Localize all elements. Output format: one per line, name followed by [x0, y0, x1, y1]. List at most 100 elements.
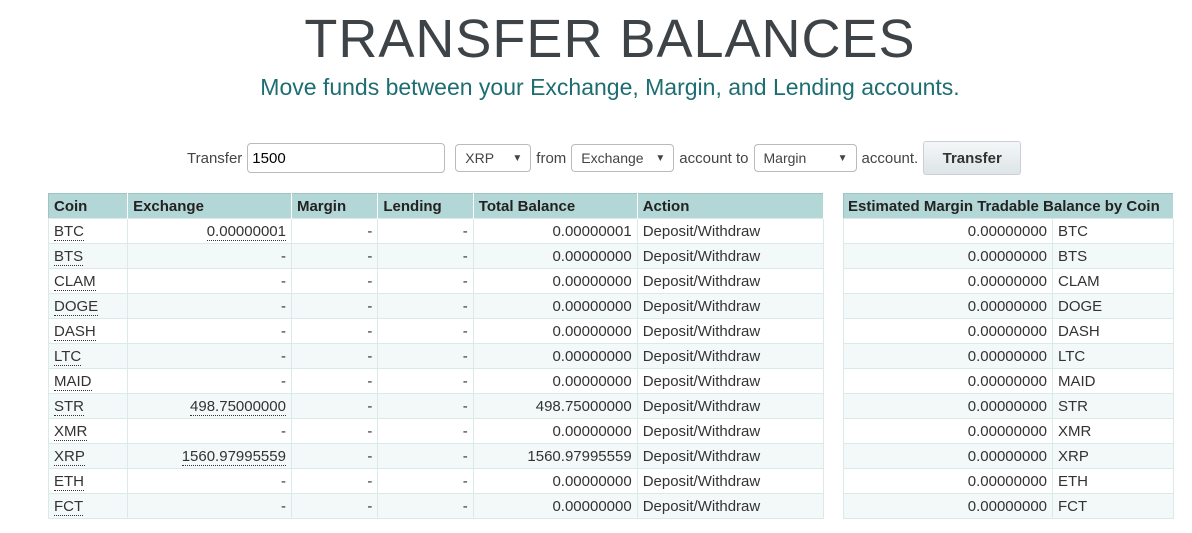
deposit-withdraw-link[interactable]: Deposit/Withdraw [643, 473, 761, 490]
action-cell: Deposit/Withdraw [636, 443, 825, 469]
value: - [462, 322, 468, 340]
deposit-withdraw-link[interactable]: Deposit/Withdraw [643, 498, 761, 515]
coin-link[interactable]: MAID [54, 372, 92, 391]
value[interactable]: 1560.97995559 [181, 447, 286, 466]
lending-cell: - [377, 293, 474, 319]
coin-link[interactable]: CLAM [54, 272, 96, 291]
exchange-cell: - [127, 318, 292, 344]
coin-select[interactable]: XRP ▼ [455, 144, 532, 172]
chevron-down-icon: ▼ [837, 152, 848, 164]
value: - [367, 272, 373, 290]
coin-link[interactable]: DASH [54, 322, 96, 341]
coin-link[interactable]: LTC [54, 347, 82, 366]
value[interactable]: 498.75000000 [190, 397, 286, 416]
margin-cell: - [290, 493, 379, 519]
deposit-withdraw-link[interactable]: Deposit/Withdraw [643, 398, 761, 415]
action-cell: Deposit/Withdraw [636, 318, 825, 344]
to-account-value: Margin [763, 150, 807, 166]
value: 1560.97995559 [527, 447, 632, 465]
margin-cell: - [290, 218, 379, 244]
balance-cell: 0.00000000 [843, 493, 1053, 519]
table-row: 0.00000000 DOGE [843, 293, 1174, 319]
deposit-withdraw-link[interactable]: Deposit/Withdraw [643, 348, 761, 365]
coin-cell: XMR [1052, 418, 1174, 444]
value: - [367, 322, 373, 340]
column-header: Total Balance [473, 193, 638, 219]
table-row: 0.00000000 CLAM [843, 268, 1174, 294]
value: 0.00000000 [552, 497, 632, 515]
page-subtitle: Move funds between your Exchange, Margin… [260, 74, 960, 100]
value: - [462, 297, 468, 315]
margin-cell: - [290, 443, 379, 469]
margin-tradable-table: Estimated Margin Tradable Balance by Coi… [843, 193, 1174, 519]
value: - [462, 397, 468, 415]
coin-link[interactable]: ETH [54, 472, 84, 491]
deposit-withdraw-link[interactable]: Deposit/Withdraw [643, 273, 761, 290]
value: - [280, 322, 286, 340]
deposit-withdraw-link[interactable]: Deposit/Withdraw [643, 373, 761, 390]
value: - [280, 247, 286, 265]
value: 0.00000000 [552, 422, 632, 440]
total-cell: 1560.97995559 [472, 443, 638, 469]
exchange-cell: - [127, 268, 292, 294]
action-cell: Deposit/Withdraw [636, 493, 825, 519]
coin-link[interactable]: FCT [54, 497, 84, 516]
to-account-select[interactable]: Margin ▼ [753, 144, 857, 172]
coin-cell: ETH [47, 468, 129, 494]
column-header: Action [637, 193, 825, 219]
coin-link[interactable]: DOGE [54, 297, 99, 316]
value: - [367, 297, 373, 315]
total-cell: 0.00000000 [472, 343, 638, 369]
table-row: ETH - - - 0.00000000 Deposit/Withdraw [47, 468, 825, 494]
coin-cell: STR [47, 393, 129, 419]
table-row: FCT - - - 0.00000000 Deposit/Withdraw [47, 493, 825, 519]
value: - [280, 422, 286, 440]
coin-link[interactable]: XRP [54, 447, 85, 466]
amount-input[interactable] [247, 143, 446, 173]
deposit-withdraw-link[interactable]: Deposit/Withdraw [643, 248, 761, 265]
action-cell: Deposit/Withdraw [636, 393, 825, 419]
from-account-select[interactable]: Exchange ▼ [571, 144, 675, 172]
value: - [367, 447, 373, 465]
lending-cell: - [377, 443, 474, 469]
value[interactable]: 0.00000001 [206, 222, 286, 241]
coin-link[interactable]: BTC [54, 222, 84, 241]
coin-link[interactable]: XMR [54, 422, 88, 441]
balance-cell: 0.00000000 [843, 243, 1053, 269]
column-header: Lending [377, 193, 474, 219]
coin-link[interactable]: STR [54, 397, 84, 416]
deposit-withdraw-link[interactable]: Deposit/Withdraw [643, 448, 761, 465]
total-cell: 0.00000000 [472, 468, 638, 494]
table-row: BTS - - - 0.00000000 Deposit/Withdraw [47, 243, 825, 269]
coin-cell: XRP [47, 443, 129, 469]
value: - [367, 397, 373, 415]
table-row: XMR - - - 0.00000000 Deposit/Withdraw [47, 418, 825, 444]
exchange-cell: - [127, 468, 292, 494]
value: 0.00000001 [552, 222, 632, 240]
table-row: BTC 0.00000001 - - 0.00000001 Deposit/Withdra… [47, 218, 825, 244]
deposit-withdraw-link[interactable]: Deposit/Withdraw [643, 323, 761, 340]
exchange-cell: 498.75000000 [127, 393, 292, 419]
balance-cell: 0.00000000 [843, 293, 1053, 319]
lending-cell: - [377, 218, 474, 244]
total-cell: 0.00000000 [472, 368, 638, 394]
deposit-withdraw-link[interactable]: Deposit/Withdraw [643, 223, 761, 240]
coin-cell: XMR [47, 418, 129, 444]
column-header: Coin [48, 193, 129, 219]
value: - [462, 222, 468, 240]
exchange-cell: 0.00000001 [127, 218, 292, 244]
value: - [462, 472, 468, 490]
balance-cell: 0.00000000 [843, 468, 1053, 494]
deposit-withdraw-link[interactable]: Deposit/Withdraw [643, 423, 761, 440]
margin-cell: - [290, 318, 379, 344]
table-row: CLAM - - - 0.00000000 Deposit/Withdraw [47, 268, 825, 294]
coin-cell: STR [1052, 393, 1174, 419]
column-header: Exchange [127, 193, 292, 219]
lending-cell: - [377, 243, 474, 269]
coin-link[interactable]: BTS [54, 247, 84, 266]
deposit-withdraw-link[interactable]: Deposit/Withdraw [643, 298, 761, 315]
table-row: 0.00000000 BTS [843, 243, 1174, 269]
coin-cell: BTC [47, 218, 129, 244]
transfer-button[interactable]: Transfer [923, 141, 1022, 175]
action-cell: Deposit/Withdraw [636, 468, 825, 494]
